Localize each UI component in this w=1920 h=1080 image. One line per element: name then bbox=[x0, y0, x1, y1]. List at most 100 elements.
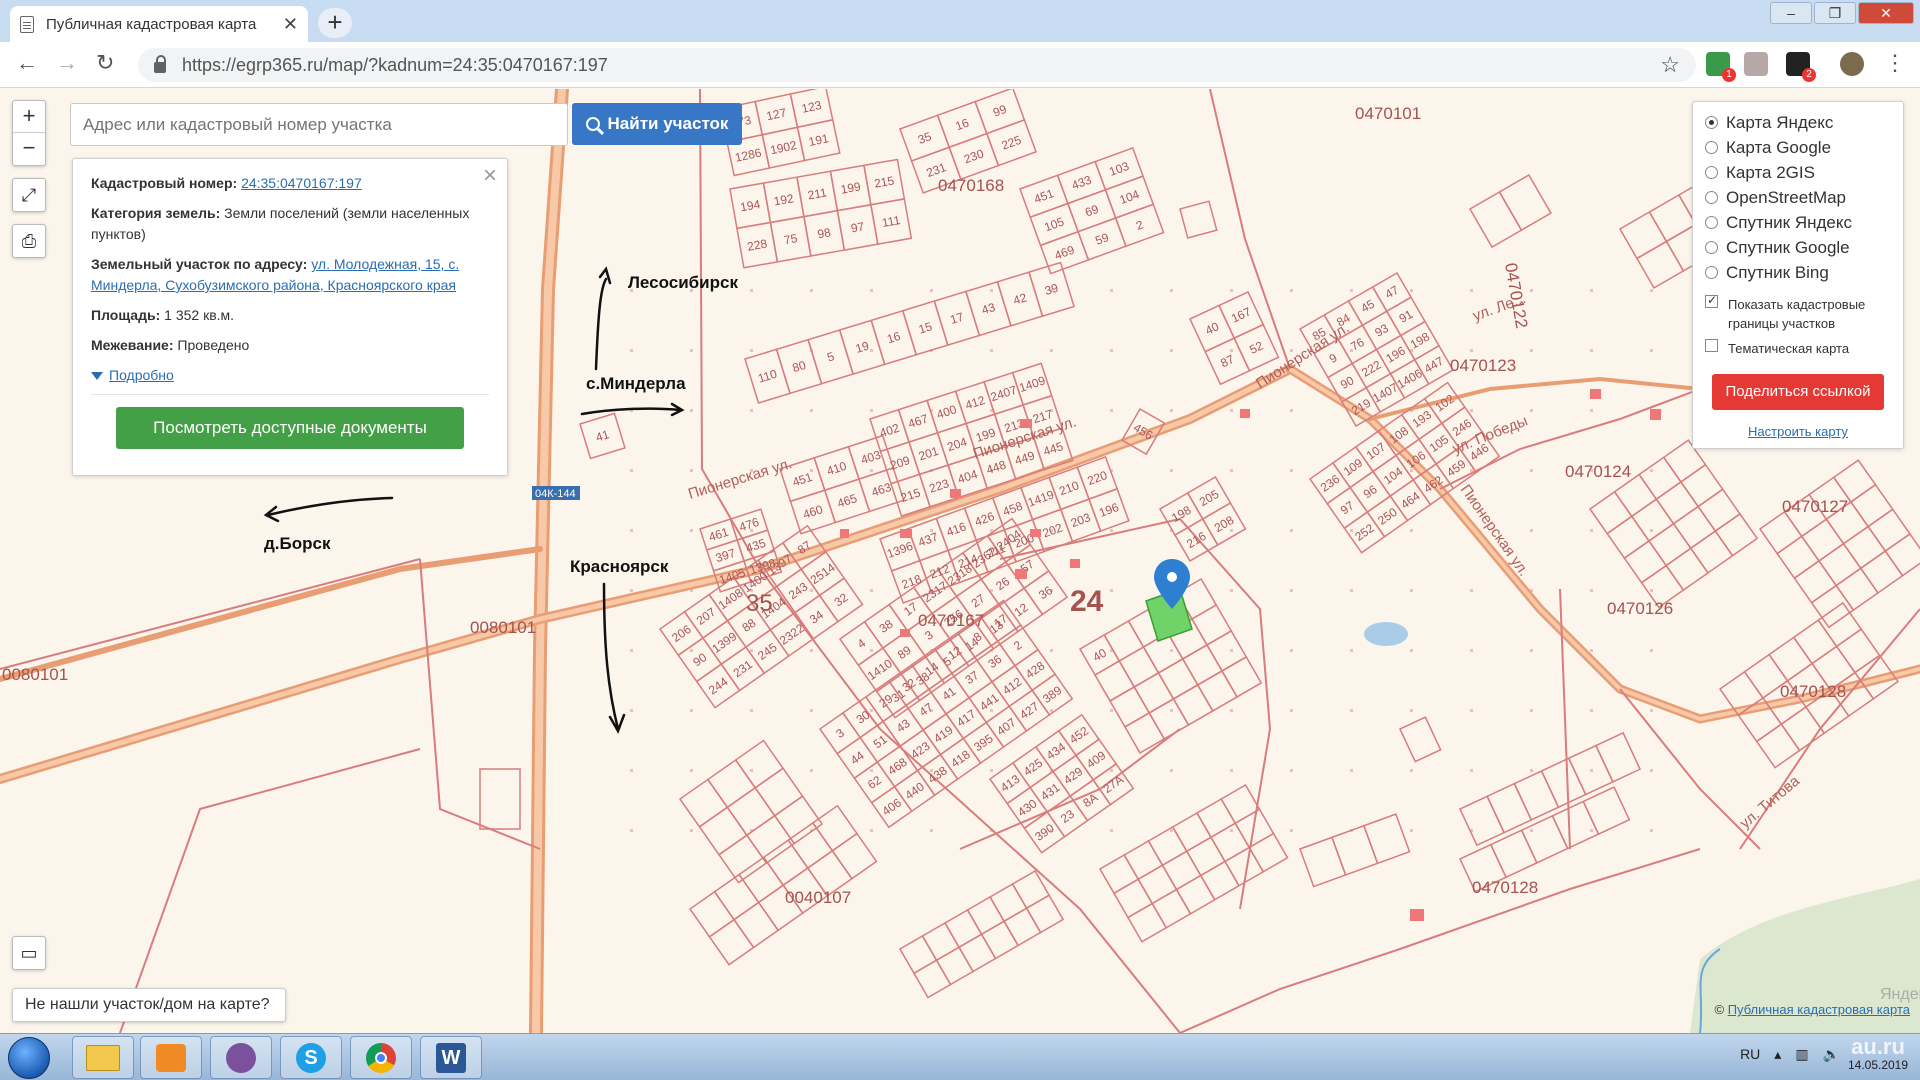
layer-radio[interactable] bbox=[1705, 141, 1718, 154]
skype-icon[interactable]: S bbox=[280, 1036, 342, 1079]
quarter-number: 0080101 bbox=[2, 665, 68, 684]
layer-radio[interactable] bbox=[1705, 191, 1718, 204]
volume-icon[interactable]: 🔈 bbox=[1823, 1046, 1840, 1063]
yandex-logo: Яндекс bbox=[1880, 986, 1920, 1003]
window-close-button[interactable]: ✕ bbox=[1858, 2, 1914, 24]
layer-option-0[interactable]: Карта Яндекс bbox=[1705, 110, 1891, 135]
zoom-in-button[interactable]: + bbox=[13, 101, 45, 133]
layer-option-4[interactable]: Спутник Яндекс bbox=[1705, 210, 1891, 235]
bookmark-star-icon[interactable]: ☆ bbox=[1660, 52, 1680, 78]
reload-icon[interactable]: ↻ bbox=[96, 50, 114, 76]
thematic-map-option[interactable]: Тематическая карта bbox=[1705, 339, 1891, 358]
lock-icon bbox=[154, 54, 166, 73]
chrome-icon[interactable] bbox=[350, 1036, 412, 1079]
copyright-link[interactable]: Публичная кадастровая карта bbox=[1728, 1002, 1910, 1017]
system-tray: RU ▴ ▥ 🔈 bbox=[1740, 1046, 1840, 1063]
new-tab-button[interactable]: + bbox=[318, 8, 352, 38]
road-sign-text: 04К-144 bbox=[535, 488, 576, 500]
address-row: Земельный участок по адресу: ул. Молодеж… bbox=[91, 256, 460, 293]
district-number: 24 bbox=[1070, 585, 1104, 618]
survey-row: Межевание: Проведено bbox=[91, 337, 250, 353]
back-arrow-icon[interactable]: ← bbox=[16, 50, 38, 76]
layer-option-6[interactable]: Спутник Bing bbox=[1705, 260, 1891, 285]
zoom-control: + − bbox=[12, 100, 46, 166]
menu-dots-icon[interactable]: ⋮ bbox=[1884, 50, 1906, 76]
layer-radio[interactable] bbox=[1705, 216, 1718, 229]
tray-arrow-icon[interactable]: ▴ bbox=[1774, 1046, 1781, 1063]
search-icon bbox=[585, 117, 600, 131]
forward-arrow-icon[interactable]: → bbox=[56, 50, 78, 76]
layer-option-label: OpenStreetMap bbox=[1726, 187, 1847, 207]
layer-radio[interactable] bbox=[1705, 166, 1718, 179]
close-icon[interactable]: × bbox=[483, 164, 497, 188]
cadastral-number-link[interactable]: 24:35:0470167:197 bbox=[241, 175, 362, 191]
explorer-folder-icon[interactable] bbox=[72, 1036, 134, 1079]
search-input[interactable] bbox=[70, 103, 568, 146]
viber-icon[interactable] bbox=[210, 1036, 272, 1079]
quarter-number: 0080101 bbox=[470, 618, 536, 637]
minimize-button[interactable]: – bbox=[1770, 2, 1812, 24]
show-borders-checkbox[interactable] bbox=[1705, 291, 1718, 310]
quarter-number: 0470127 bbox=[1782, 497, 1848, 516]
share-link-button[interactable]: Поделиться ссылкой bbox=[1712, 374, 1884, 410]
details-link[interactable]: Подробно bbox=[91, 365, 489, 386]
search-button-label: Найти участок bbox=[607, 114, 729, 133]
lake bbox=[1364, 622, 1408, 646]
map-layers-panel: Карта Яндекс Карта Google Карта 2GIS OpenSt… bbox=[1692, 101, 1904, 449]
url-text: https://egrp365.ru/map/?kadnum=24:35:047… bbox=[182, 54, 608, 75]
district-number: 35 bbox=[746, 590, 773, 617]
parcel-number: 75 bbox=[783, 231, 799, 247]
extension-icon-3[interactable]: 2 bbox=[1786, 52, 1816, 82]
address-bar[interactable]: https://egrp365.ru/map/?kadnum=24:35:047… bbox=[138, 48, 1696, 82]
layer-option-5[interactable]: Спутник Google bbox=[1705, 235, 1891, 260]
clock[interactable]: au.ru 14.05.2019 bbox=[1844, 1036, 1912, 1074]
zoom-out-button[interactable]: − bbox=[13, 133, 45, 165]
quarter-number: 0470128 bbox=[1472, 878, 1538, 897]
not-found-button[interactable]: Не нашли участок/дом на карте? bbox=[12, 988, 286, 1022]
place-label-lesosibirsk: Лесосибирск bbox=[628, 273, 738, 292]
thematic-map-checkbox[interactable] bbox=[1705, 339, 1718, 352]
copyright: © Публичная кадастровая карта bbox=[1714, 1002, 1910, 1017]
network-icon[interactable]: ▥ bbox=[1795, 1046, 1808, 1063]
setup-map-link[interactable]: Настроить карту bbox=[1705, 424, 1891, 439]
maximize-button[interactable]: ❐ bbox=[1814, 2, 1856, 24]
layer-option-label: Карта Яндекс bbox=[1726, 112, 1834, 132]
place-label-krasnoyarsk: Красноярск bbox=[570, 557, 669, 576]
layer-option-2[interactable]: Карта 2GIS bbox=[1705, 160, 1891, 185]
ruler-icon[interactable]: ▭ bbox=[12, 936, 46, 970]
profile-avatar[interactable] bbox=[1840, 52, 1864, 76]
view-documents-button[interactable]: Посмотреть доступные документы bbox=[116, 407, 464, 449]
layer-option-label: Спутник Google bbox=[1726, 237, 1850, 257]
parcel-number: 97 bbox=[850, 219, 866, 235]
page-icon bbox=[20, 15, 34, 33]
layer-option-label: Карта Google bbox=[1726, 137, 1832, 157]
fullscreen-icon[interactable]: ⤢ bbox=[12, 178, 46, 212]
layer-option-label: Спутник Яндекс bbox=[1726, 212, 1852, 232]
quarter-number: 0470101 bbox=[1355, 104, 1421, 123]
quarter-number: 0470123 bbox=[1450, 356, 1516, 375]
layer-option-3[interactable]: OpenStreetMap bbox=[1705, 185, 1891, 210]
extension-icon-1[interactable]: 1 bbox=[1706, 52, 1736, 82]
browser-tab[interactable]: Публичная кадастровая карта ✕ bbox=[10, 6, 308, 42]
show-borders-option[interactable]: Показать кадастровые границы участков bbox=[1705, 291, 1891, 333]
layer-option-1[interactable]: Карта Google bbox=[1705, 135, 1891, 160]
quarter-number: 0040107 bbox=[785, 888, 851, 907]
layer-option-label: Карта 2GIS bbox=[1726, 162, 1815, 182]
windows-start-icon[interactable] bbox=[8, 1037, 50, 1079]
tab-close-icon[interactable]: ✕ bbox=[283, 14, 298, 35]
extension-icon-2[interactable] bbox=[1744, 52, 1768, 76]
browser-toolbar: ← → ↻ https://egrp365.ru/map/?kadnum=24:… bbox=[0, 42, 1920, 88]
quarter-number: 0470126 bbox=[1607, 599, 1673, 618]
word-icon[interactable]: W bbox=[420, 1036, 482, 1079]
layer-radio[interactable] bbox=[1705, 266, 1718, 279]
browser-titlebar: Публичная кадастровая карта ✕ + – ❐ ✕ bbox=[0, 0, 1920, 42]
area-row: Площадь: 1 352 кв.м. bbox=[91, 307, 235, 323]
quarter-number: 0470167 bbox=[918, 611, 984, 630]
print-icon[interactable]: ⎙ bbox=[12, 224, 46, 258]
layer-radio[interactable] bbox=[1705, 241, 1718, 254]
media-player-icon[interactable] bbox=[140, 1036, 202, 1079]
layer-radio[interactable] bbox=[1705, 116, 1718, 129]
language-indicator[interactable]: RU bbox=[1740, 1046, 1760, 1063]
search-button[interactable]: Найти участок bbox=[572, 103, 742, 145]
layer-option-label: Спутник Bing bbox=[1726, 262, 1829, 282]
